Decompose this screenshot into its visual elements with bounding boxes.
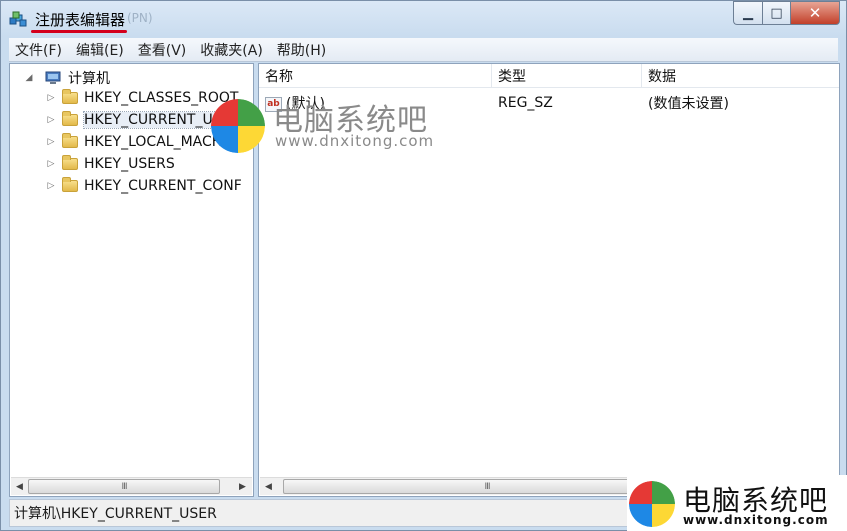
- title-ghost-text: (PN): [127, 11, 153, 25]
- watermark-logo-icon: [211, 99, 265, 153]
- folder-icon: [62, 111, 78, 126]
- list-header: 名称 类型 数据: [259, 64, 839, 88]
- tree-item-label: HKEY_CURRENT_CONF: [84, 178, 242, 194]
- tree-item-hkey-users[interactable]: ▷ HKEY_USERS: [46, 154, 175, 174]
- scroll-grip: III: [121, 481, 128, 492]
- computer-icon: [45, 71, 61, 84]
- maximize-button[interactable]: □: [762, 1, 790, 25]
- badge-url: www.dnxitong.com: [683, 513, 829, 527]
- scroll-thumb[interactable]: III: [28, 479, 220, 494]
- tree-item-hkey-classes-root[interactable]: ▷ HKEY_CLASSES_ROOT: [46, 88, 238, 108]
- badge-logo-icon: [629, 481, 675, 527]
- menu-help[interactable]: 帮助(H): [277, 40, 326, 60]
- tree-item-hkey-local-machine[interactable]: ▷ HKEY_LOCAL_MACHIN: [46, 132, 237, 152]
- minimize-icon: ▁: [743, 5, 753, 21]
- tree-horizontal-scrollbar[interactable]: ◀ III ▶: [11, 477, 252, 495]
- tree-item-hkey-current-config[interactable]: ▷ HKEY_CURRENT_CONF: [46, 176, 242, 196]
- window-controls: ▁ □ ✕: [733, 1, 840, 27]
- folder-icon: [62, 155, 78, 170]
- expand-arrow-icon[interactable]: ▷: [46, 181, 56, 191]
- collapse-arrow-icon[interactable]: ◢: [24, 73, 34, 83]
- expand-arrow-icon[interactable]: ▷: [46, 137, 56, 147]
- scroll-left-icon[interactable]: ◀: [260, 478, 277, 495]
- menu-favorites[interactable]: 收藏夹(A): [200, 40, 263, 60]
- scroll-right-icon[interactable]: ▶: [234, 478, 251, 495]
- status-path: 计算机\HKEY_CURRENT_USER: [14, 506, 217, 522]
- tree-root-label: 计算机: [68, 71, 110, 87]
- scroll-grip: III: [484, 481, 491, 492]
- column-header-data[interactable]: 数据: [642, 64, 839, 88]
- minimize-button[interactable]: ▁: [733, 1, 762, 25]
- close-button[interactable]: ✕: [790, 1, 840, 25]
- expand-arrow-icon[interactable]: ▷: [46, 115, 56, 125]
- registry-editor-icon: [9, 11, 27, 27]
- close-icon: ✕: [808, 4, 822, 22]
- watermark: 电脑系统吧 www.dnxitong.com: [211, 89, 451, 153]
- app-window: 注册表编辑器 (PN) ▁ □ ✕ 文件(F) 编辑(E) 查看(V) 收藏夹(…: [0, 0, 847, 531]
- maximize-icon: □: [770, 5, 783, 21]
- title-bar[interactable]: 注册表编辑器 (PN) ▁ □ ✕: [1, 1, 846, 37]
- folder-icon: [62, 177, 78, 192]
- menu-file[interactable]: 文件(F): [15, 40, 62, 60]
- column-header-type[interactable]: 类型: [492, 64, 642, 88]
- tree-item-label: HKEY_USERS: [84, 156, 175, 172]
- value-data: (数值未设置): [648, 96, 729, 112]
- menu-bar: 文件(F) 编辑(E) 查看(V) 收藏夹(A) 帮助(H): [9, 38, 838, 62]
- window-title: 注册表编辑器: [35, 11, 126, 29]
- expand-arrow-icon[interactable]: ▷: [46, 93, 56, 103]
- menu-edit[interactable]: 编辑(E): [76, 40, 124, 60]
- watermark-url: www.dnxitong.com: [275, 132, 435, 150]
- scroll-left-icon[interactable]: ◀: [11, 478, 28, 495]
- value-type: REG_SZ: [498, 95, 553, 111]
- expand-arrow-icon[interactable]: ▷: [46, 159, 56, 169]
- tree-root-computer[interactable]: ◢ 计算机: [24, 68, 110, 88]
- column-header-name[interactable]: 名称: [259, 64, 492, 88]
- folder-icon: [62, 89, 78, 104]
- menu-view[interactable]: 查看(V): [138, 40, 187, 60]
- title-underline: [31, 30, 127, 33]
- watermark-badge: 电脑系统吧 www.dnxitong.com: [627, 475, 847, 531]
- folder-icon: [62, 133, 78, 148]
